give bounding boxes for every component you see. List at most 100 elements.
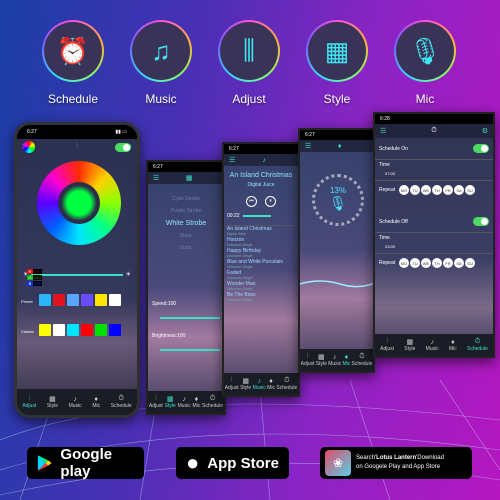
tab-mic[interactable]: ♦ Mic — [267, 378, 275, 391]
day-tu[interactable]: TU — [410, 185, 420, 195]
tab-mic[interactable]: ♦ Mic — [449, 339, 457, 352]
speed-slider[interactable] — [160, 317, 220, 319]
preset-color-swatch[interactable] — [53, 294, 65, 306]
tab-style[interactable]: ▦ Style — [47, 395, 58, 409]
rgb-g: G 214 — [27, 275, 42, 280]
tab-style[interactable]: ▦ Style — [240, 377, 251, 391]
app-store-badge[interactable]: ● App Store — [176, 447, 289, 479]
tab-adjust[interactable]: ⫶ Adjust — [380, 338, 394, 352]
tab-adjust[interactable]: ⫶ Adjust — [225, 377, 239, 391]
rgb-b: B 255 — [27, 281, 42, 286]
color-wheel[interactable] — [37, 161, 121, 245]
tab-label: Schedule — [202, 403, 224, 409]
brightness-slider[interactable] — [160, 349, 220, 351]
song-list-item[interactable]: Wonder Man Unknown Singer — [227, 281, 295, 292]
day-sa[interactable]: SA — [454, 185, 464, 195]
tab-music[interactable]: ♪ Music — [328, 354, 341, 367]
preset-color-swatch[interactable] — [95, 294, 107, 306]
day-th[interactable]: TH — [432, 258, 442, 268]
day-sa[interactable]: SA — [454, 258, 464, 268]
sliders-icon: ⫼ — [243, 35, 255, 65]
google-play-badge[interactable]: Google play — [27, 446, 144, 480]
menu-icon[interactable]: ☰ — [380, 127, 386, 135]
tab-music[interactable]: ♪ Music — [253, 378, 266, 391]
mic-tab-icon: ♦ — [451, 338, 455, 346]
preset-color-swatch[interactable] — [109, 294, 121, 306]
menu-icon[interactable]: ☰ — [305, 142, 311, 150]
tab-style[interactable]: ▦ Style — [165, 395, 176, 409]
off-time-value[interactable]: 23:00 — [385, 244, 489, 249]
grid-icon: ▦ — [185, 175, 193, 182]
preset-color-swatch[interactable] — [67, 294, 79, 306]
tab-style[interactable]: ▦ Style — [404, 338, 415, 352]
schedule-on-toggle[interactable] — [473, 144, 489, 153]
tab-bar: ⫶ Adjust ▦ Style ♪ Music ♦ Mic ⏱ Schedule — [148, 391, 224, 413]
song-list-item[interactable]: Horizon Unknown Singer — [227, 237, 295, 248]
alarm-clock-icon: ⏰ — [56, 35, 90, 66]
preset-color-swatch[interactable] — [81, 294, 93, 306]
music-tab-icon: ♪ — [430, 338, 434, 346]
day-fr[interactable]: FR — [443, 185, 453, 195]
day-su[interactable]: SU — [465, 185, 475, 195]
day-mo[interactable]: MO — [399, 258, 409, 268]
day-th[interactable]: TH — [432, 185, 442, 195]
mini-color-wheel[interactable] — [23, 141, 35, 153]
grid-icon: ▦ — [324, 35, 350, 66]
tab-label: Mic — [267, 384, 275, 391]
tab-mic[interactable]: ♦ Mic — [342, 354, 350, 367]
preset-label: Preset — [21, 298, 33, 304]
music-tab-icon: ♪ — [257, 377, 261, 385]
tab-schedule[interactable]: ⏱ Schedule — [276, 377, 297, 391]
schedule-off-toggle[interactable] — [473, 217, 489, 226]
day-su[interactable]: SU — [465, 258, 475, 268]
day-mo[interactable]: MO — [399, 185, 409, 195]
preset-color-swatch[interactable] — [39, 294, 51, 306]
song-list-item[interactable]: Faded Unknown Singer — [227, 270, 295, 281]
settings-icon[interactable]: ⚙ — [482, 127, 488, 135]
song-list-item[interactable]: Happy Birthday Unknown Singer — [227, 248, 295, 259]
day-tu[interactable]: TU — [410, 258, 420, 268]
style-mode-item[interactable]: White Strobe — [148, 220, 224, 227]
tab-mic[interactable]: ♦ Mic — [92, 396, 100, 409]
microphone-icon: 🎙 — [408, 35, 442, 66]
music-icon: ♪ — [262, 156, 266, 164]
tab-schedule[interactable]: ⏱ Schedule — [352, 353, 373, 367]
brightness-label: Brightness:100 — [152, 333, 186, 339]
classic-color-swatch[interactable] — [109, 324, 121, 336]
classic-color-swatch[interactable] — [67, 324, 79, 336]
tab-schedule[interactable]: ⏱ Schedule — [111, 395, 132, 409]
classic-color-swatch[interactable] — [53, 324, 65, 336]
on-time-value[interactable]: 07:00 — [385, 171, 489, 176]
tab-label: Style — [164, 403, 176, 409]
power-toggle[interactable] — [115, 143, 131, 152]
style-mode-item[interactable]: Cyan Strobe — [148, 196, 224, 202]
previous-button[interactable]: ⏮ — [246, 196, 257, 207]
classic-color-swatch[interactable] — [95, 324, 107, 336]
tab-music[interactable]: ♪ Music — [426, 339, 439, 352]
song-list-item[interactable]: Blue and White Porcelain Unknown Singer — [227, 259, 295, 270]
progress-slider[interactable] — [242, 215, 271, 217]
tab-mic[interactable]: ♦ Mic — [193, 396, 201, 409]
style-mode-item[interactable]: Static — [148, 245, 224, 251]
tab-style[interactable]: ▦ Style — [316, 353, 327, 367]
tab-adjust[interactable]: ⫶ Adjust — [149, 395, 163, 409]
pause-button[interactable]: ⏸ — [265, 196, 276, 207]
classic-color-swatch[interactable] — [39, 324, 51, 336]
style-mode-item[interactable]: Purple Strobe — [148, 208, 224, 214]
day-we[interactable]: WE — [421, 258, 431, 268]
tab-adjust[interactable]: ⫶ Adjust — [22, 395, 36, 409]
tab-schedule[interactable]: ⏱ Schedule — [202, 395, 223, 409]
day-fr[interactable]: FR — [443, 258, 453, 268]
menu-icon[interactable]: ☰ — [229, 156, 235, 164]
song-list-item[interactable]: An Island Christmas Digital Juice — [227, 226, 295, 237]
day-we[interactable]: WE — [421, 185, 431, 195]
classic-color-swatch[interactable] — [81, 324, 93, 336]
menu-icon[interactable]: ☰ — [153, 174, 159, 182]
repeat-label: Repeat — [379, 187, 396, 193]
tab-schedule[interactable]: ⏱ Schedule — [467, 338, 488, 352]
song-list-item[interactable]: Be The Boss Unknown Singer — [227, 292, 295, 303]
tab-music[interactable]: ♪ Music — [178, 396, 191, 409]
tab-adjust[interactable]: ⫶ Adjust — [301, 353, 315, 367]
style-mode-item[interactable]: Static — [148, 233, 224, 239]
tab-music[interactable]: ♪ Music — [69, 396, 82, 409]
